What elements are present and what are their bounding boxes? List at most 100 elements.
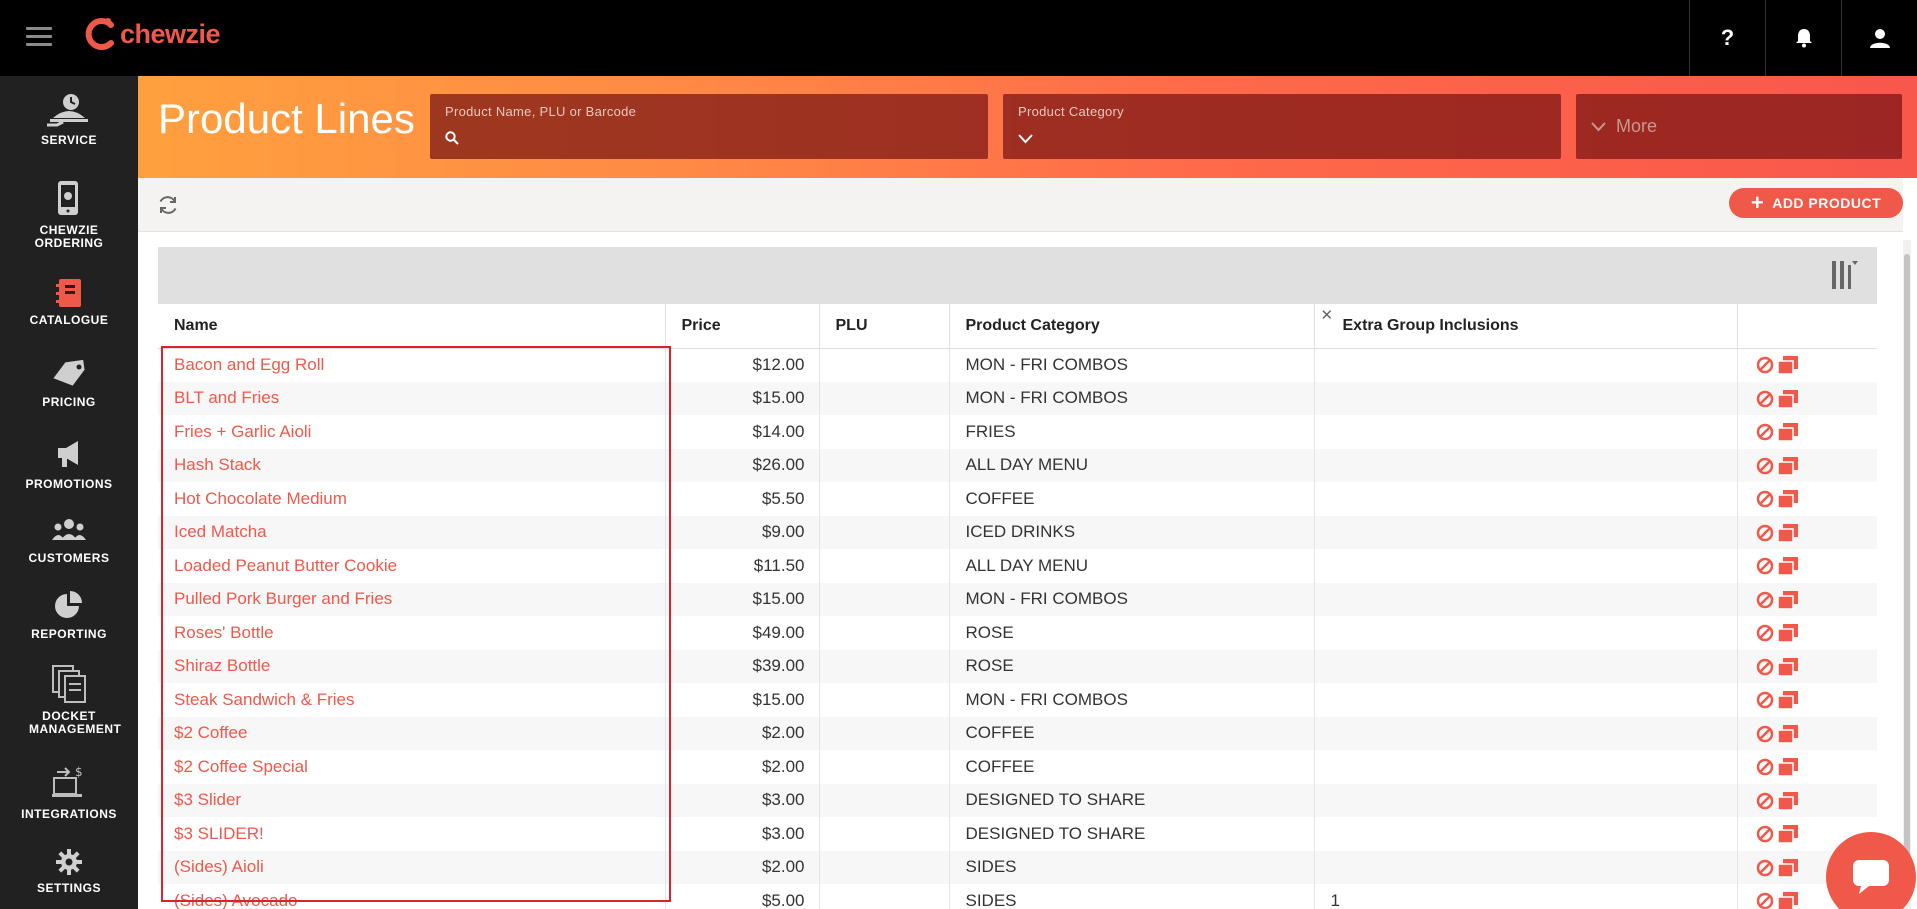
more-filters-dropdown[interactable]: More [1576,94,1902,159]
table-row[interactable]: $2 Coffee Special $2.00 COFFEE [158,750,1877,784]
help-icon[interactable]: ? [1689,0,1765,76]
column-header-plu[interactable]: PLU [819,304,950,349]
product-name-link[interactable]: $2 Coffee [174,723,247,742]
copy-icon[interactable] [1776,824,1799,844]
product-name-link[interactable]: Fries + Garlic Aioli [174,422,311,441]
disable-icon[interactable] [1756,557,1774,575]
sidebar-item-promotions[interactable]: PROMOTIONS [0,438,138,491]
copy-icon[interactable] [1776,422,1799,442]
copy-icon[interactable] [1776,355,1799,375]
disable-icon[interactable] [1756,658,1774,676]
sidebar-item-reporting[interactable]: REPORTING [0,588,138,641]
product-name-link[interactable]: Loaded Peanut Butter Cookie [174,556,397,575]
product-name-link[interactable]: Iced Matcha [174,522,267,541]
sidebar-item-settings[interactable]: SETTINGS [0,848,138,895]
sidebar-item-chewzie-ordering[interactable]: CHEWZIE ORDERING [0,180,138,250]
sidebar-item-pricing[interactable]: PRICING [0,358,138,409]
product-name-link[interactable]: $2 Coffee Special [174,757,308,776]
disable-icon[interactable] [1756,524,1774,542]
product-name-link[interactable]: Pulled Pork Burger and Fries [174,589,392,608]
sidebar-item-catalogue[interactable]: CATALOGUE [0,278,138,327]
disable-icon[interactable] [1756,825,1774,843]
table-row[interactable]: Shiraz Bottle $39.00 ROSE [158,649,1877,683]
scrollbar[interactable] [1903,240,1911,909]
table-row[interactable]: BLT and Fries $15.00 MON - FRI COMBOS [158,381,1877,415]
user-icon[interactable] [1841,0,1917,76]
product-name-link[interactable]: $3 Slider [174,790,241,809]
product-name-link[interactable]: (Sides) Aioli [174,857,264,876]
table-row[interactable]: (Sides) Avocado $5.00 SIDES 1 [158,884,1877,909]
remove-column-icon[interactable]: ✕ [1321,306,1334,324]
cell-category: ROSE [949,616,1315,650]
chewzie-logo[interactable]: chewzie [84,14,221,54]
refresh-icon[interactable] [156,193,180,217]
copy-icon[interactable] [1776,489,1799,509]
disable-icon[interactable] [1756,691,1774,709]
menu-icon[interactable] [26,27,52,47]
sidebar-item-customers[interactable]: CUSTOMERS [0,516,138,565]
product-name-link[interactable]: Steak Sandwich & Fries [174,690,354,709]
disable-icon[interactable] [1756,792,1774,810]
product-name-link[interactable]: Bacon and Egg Roll [174,355,324,374]
disable-icon[interactable] [1756,591,1774,609]
table-row[interactable]: Pulled Pork Burger and Fries $15.00 MON - … [158,582,1877,616]
copy-icon[interactable] [1776,556,1799,576]
copy-icon[interactable] [1776,858,1799,878]
copy-icon[interactable] [1776,724,1799,744]
copy-icon[interactable] [1776,690,1799,710]
table-row[interactable]: Hot Chocolate Medium $5.50 COFFEE [158,482,1877,516]
product-name-link[interactable]: Hot Chocolate Medium [174,489,347,508]
disable-icon[interactable] [1756,490,1774,508]
search-input[interactable] [466,130,966,146]
copy-icon[interactable] [1776,791,1799,811]
sidebar-item-integrations[interactable]: $ INTEGRATIONS [0,764,138,821]
disable-icon[interactable] [1756,390,1774,408]
copy-icon[interactable] [1776,623,1799,643]
product-name-link[interactable]: $3 SLIDER! [174,824,264,843]
table-row[interactable]: Loaded Peanut Butter Cookie $11.50 ALL DAY… [158,549,1877,583]
copy-icon[interactable] [1776,657,1799,677]
copy-icon[interactable] [1776,389,1799,409]
copy-icon[interactable] [1776,590,1799,610]
product-name-link[interactable]: BLT and Fries [174,388,279,407]
table-row[interactable]: Iced Matcha $9.00 ICED DRINKS [158,515,1877,549]
disable-icon[interactable] [1756,624,1774,642]
add-product-button[interactable]: + ADD PRODUCT [1729,188,1903,218]
disable-icon[interactable] [1756,859,1774,877]
disable-icon[interactable] [1756,758,1774,776]
table-row[interactable]: Fries + Garlic Aioli $14.00 FRIES [158,415,1877,449]
table-row[interactable]: $3 SLIDER! $3.00 DESIGNED TO SHARE [158,817,1877,851]
table-row[interactable]: Steak Sandwich & Fries $15.00 MON - FRI CO… [158,683,1877,717]
table-row[interactable]: $2 Coffee $2.00 COFFEE [158,716,1877,750]
product-name-link[interactable]: (Sides) Avocado [174,891,297,909]
column-header-price[interactable]: Price [665,304,820,349]
column-header-product-category[interactable]: Product Category [949,304,1315,349]
table-row[interactable]: Hash Stack $26.00 ALL DAY MENU [158,448,1877,482]
copy-icon[interactable] [1776,456,1799,476]
table-row[interactable]: (Sides) Aioli $2.00 SIDES [158,850,1877,884]
disable-icon[interactable] [1756,725,1774,743]
column-chooser-icon[interactable] [1831,259,1859,291]
sidebar-item-service[interactable]: SERVICE [0,92,138,147]
bell-icon[interactable] [1765,0,1841,76]
table-row[interactable]: Bacon and Egg Roll $12.00 MON - FRI COMBOS [158,348,1877,382]
sidebar-item-docket-management[interactable]: DOCKET MANAGEMENT [0,664,138,736]
disable-icon[interactable] [1756,356,1774,374]
copy-icon[interactable] [1776,891,1799,909]
product-category-select[interactable]: Product Category [1003,94,1561,159]
scrollbar-thumb[interactable] [1904,254,1910,894]
disable-icon[interactable] [1756,423,1774,441]
table-row[interactable]: $3 Slider $3.00 DESIGNED TO SHARE [158,783,1877,817]
disable-icon[interactable] [1756,457,1774,475]
column-header-name[interactable]: Name [158,304,666,349]
product-search-field[interactable]: Product Name, PLU or Barcode [430,94,988,159]
column-header-extra-group-inclusions[interactable]: ✕ Extra Group Inclusions [1314,304,1738,349]
product-name-link[interactable]: Shiraz Bottle [174,656,270,675]
copy-icon[interactable] [1776,757,1799,777]
copy-icon[interactable] [1776,523,1799,543]
disable-icon[interactable] [1756,892,1774,909]
brand-name: chewzie [120,18,221,49]
product-name-link[interactable]: Roses' Bottle [174,623,274,642]
product-name-link[interactable]: Hash Stack [174,455,261,474]
table-row[interactable]: Roses' Bottle $49.00 ROSE [158,616,1877,650]
